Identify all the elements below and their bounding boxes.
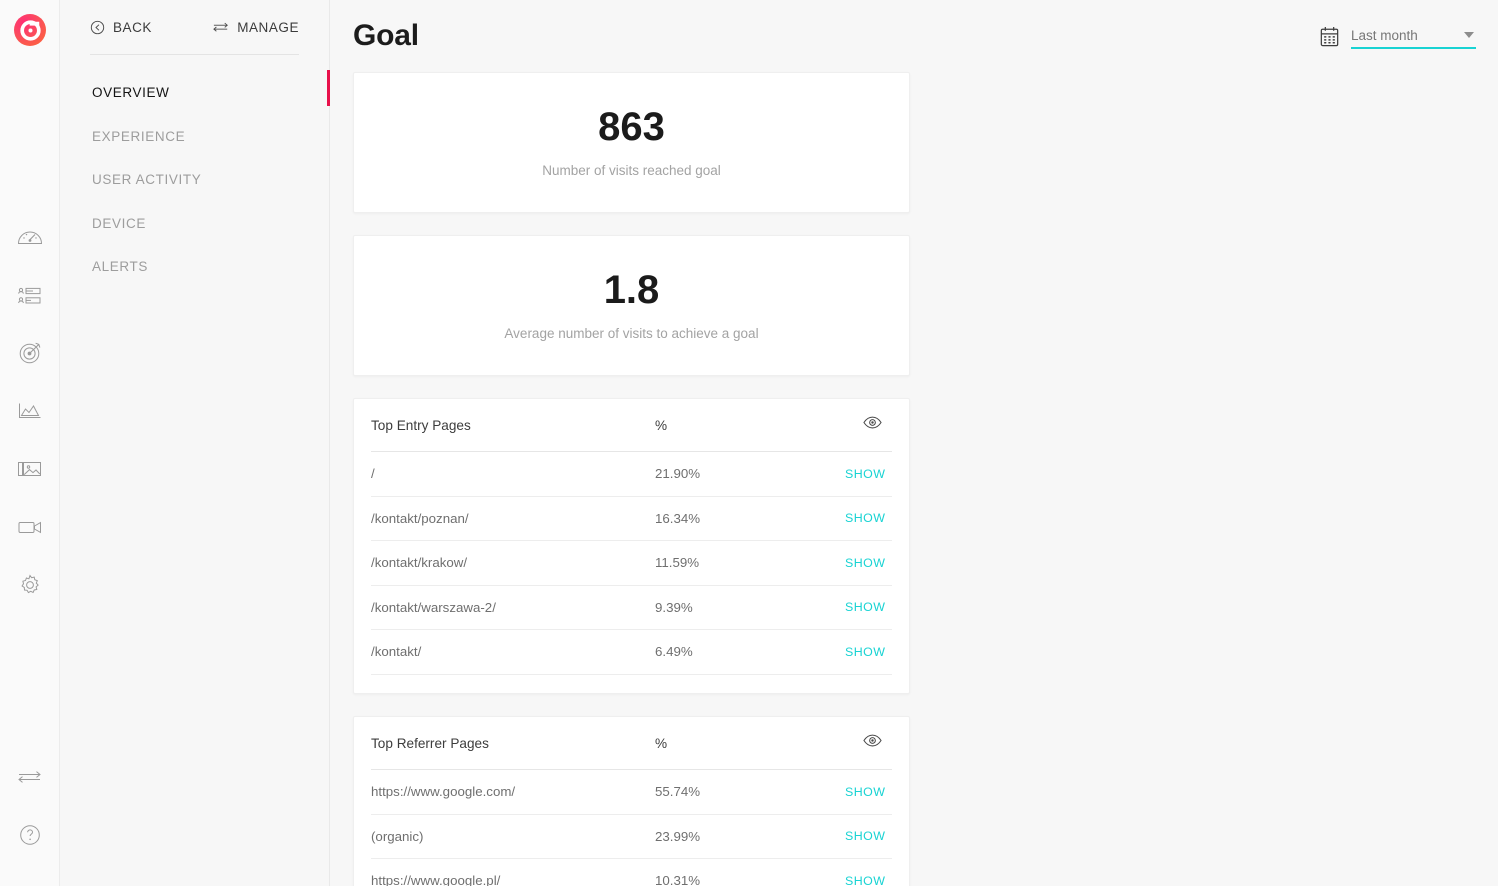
sidebar-item-label: ALERTS xyxy=(92,259,148,275)
icon-rail xyxy=(0,0,60,886)
column-header-name: Top Referrer Pages xyxy=(371,735,489,751)
page-title: Goal xyxy=(353,19,419,52)
table-row: /kontakt/krakow/ 11.59% SHOW xyxy=(371,541,892,586)
referrer-url: https://www.google.com/ xyxy=(371,784,516,800)
app-root: BACK MANAGE OVERVIEW EXPERIENCE USER ACT… xyxy=(0,0,1498,886)
eye-icon[interactable] xyxy=(863,734,882,752)
rail-icon-list xyxy=(0,208,60,614)
main-content: Goal Last month 863 Number of visits rea… xyxy=(330,0,1498,886)
referrer-url: (organic) xyxy=(371,828,424,844)
show-button[interactable]: SHOW xyxy=(845,645,885,659)
table-row: https://www.google.com/ 55.74% SHOW xyxy=(371,770,892,815)
manage-swap-icon xyxy=(213,22,229,32)
rail-bottom-icons xyxy=(0,748,60,864)
entry-page-path: /kontakt/poznan/ xyxy=(371,510,469,526)
show-button[interactable]: SHOW xyxy=(845,829,885,843)
column-header-percent: % xyxy=(655,417,668,433)
referrer-percent: 23.99% xyxy=(655,828,701,844)
entry-page-percent: 16.34% xyxy=(655,510,701,526)
section-sidebar: BACK MANAGE OVERVIEW EXPERIENCE USER ACT… xyxy=(60,0,330,886)
show-button[interactable]: SHOW xyxy=(845,511,885,525)
area-chart-icon[interactable] xyxy=(0,382,60,440)
target-goal-icon[interactable] xyxy=(0,324,60,382)
table-row: https://www.google.pl/ 10.31% SHOW xyxy=(371,859,892,886)
manage-button[interactable]: MANAGE xyxy=(213,20,299,35)
table-row: / 21.90% SHOW xyxy=(371,452,892,497)
dashboard-grid: 863 Number of visits reached goal 1.8 Av… xyxy=(330,72,1498,886)
sidebar-item-label: EXPERIENCE xyxy=(92,128,186,144)
eye-icon[interactable] xyxy=(863,416,882,434)
image-gallery-icon[interactable] xyxy=(0,440,60,498)
entry-page-path: /kontakt/warszawa-2/ xyxy=(371,599,496,615)
sidebar-item-device[interactable]: DEVICE xyxy=(60,202,329,246)
sidebar-item-label: USER ACTIVITY xyxy=(92,172,202,188)
kpi-card-visits-reached-goal: 863 Number of visits reached goal xyxy=(353,72,910,213)
kpi-value: 1.8 xyxy=(603,268,660,312)
top-entry-pages-card: Top Entry Pages % / 21.90% SHOW /kontakt… xyxy=(353,398,910,694)
sidebar-item-overview[interactable]: OVERVIEW xyxy=(60,71,329,115)
referrer-percent: 55.74% xyxy=(655,784,701,800)
entry-page-path: /kontakt/ xyxy=(371,644,422,660)
table-row: /kontakt/ 6.49% SHOW xyxy=(371,630,892,675)
dashboard-gauge-icon[interactable] xyxy=(0,208,60,266)
help-question-icon[interactable] xyxy=(0,806,60,864)
table-header-row: Top Entry Pages % xyxy=(371,399,892,452)
show-button[interactable]: SHOW xyxy=(845,467,885,481)
date-range-control: Last month xyxy=(1320,23,1476,49)
chevron-down-icon xyxy=(1464,32,1474,38)
column-header-percent: % xyxy=(655,735,668,751)
show-button[interactable]: SHOW xyxy=(845,556,885,570)
show-button[interactable]: SHOW xyxy=(845,600,885,614)
calendar-icon xyxy=(1320,26,1339,46)
entry-page-percent: 9.39% xyxy=(655,599,693,615)
back-circle-arrow-icon xyxy=(90,20,105,34)
kpi-label: Number of visits reached goal xyxy=(542,163,721,178)
show-button[interactable]: SHOW xyxy=(845,874,885,886)
entry-page-percent: 11.59% xyxy=(655,555,700,571)
entry-page-percent: 6.49% xyxy=(655,644,693,660)
video-recording-icon[interactable] xyxy=(0,498,60,556)
table-row: /kontakt/poznan/ 16.34% SHOW xyxy=(371,497,892,541)
conversion-logo[interactable] xyxy=(14,14,46,46)
switch-project-icon[interactable] xyxy=(0,748,60,806)
manage-button-label: MANAGE xyxy=(237,19,299,35)
entry-page-percent: 21.90% xyxy=(655,466,701,482)
sidebar-item-label: DEVICE xyxy=(92,215,146,231)
kpi-label: Average number of visits to achieve a go… xyxy=(504,326,759,341)
user-list-icon[interactable] xyxy=(0,266,60,324)
kpi-card-average-visits: 1.8 Average number of visits to achieve … xyxy=(353,235,910,376)
entry-page-path: /kontakt/krakow/ xyxy=(371,555,468,571)
sidebar-nav-list: OVERVIEW EXPERIENCE USER ACTIVITY DEVICE… xyxy=(60,71,329,289)
sidebar-top-actions: BACK MANAGE xyxy=(90,0,299,55)
back-button[interactable]: BACK xyxy=(90,20,152,35)
column-header-name: Top Entry Pages xyxy=(371,417,471,433)
sidebar-item-experience[interactable]: EXPERIENCE xyxy=(60,115,329,159)
table-row: (organic) 23.99% SHOW xyxy=(371,815,892,859)
sidebar-item-label: OVERVIEW xyxy=(92,85,170,101)
show-button[interactable]: SHOW xyxy=(845,785,885,799)
back-button-label: BACK xyxy=(113,19,152,35)
page-header: Goal Last month xyxy=(330,0,1498,72)
date-range-value: Last month xyxy=(1351,27,1418,43)
referrer-percent: 10.31% xyxy=(655,873,701,886)
entry-page-path: / xyxy=(371,466,375,482)
sidebar-item-alerts[interactable]: ALERTS xyxy=(60,245,329,289)
referrer-url: https://www.google.pl/ xyxy=(371,873,501,886)
date-range-select[interactable]: Last month xyxy=(1351,23,1476,49)
table-row: /kontakt/warszawa-2/ 9.39% SHOW xyxy=(371,586,892,630)
top-referrer-pages-card: Top Referrer Pages % https://www.google.… xyxy=(353,716,910,886)
sidebar-item-user-activity[interactable]: USER ACTIVITY xyxy=(60,158,329,202)
kpi-value: 863 xyxy=(598,105,665,149)
settings-gear-icon[interactable] xyxy=(0,556,60,614)
table-header-row: Top Referrer Pages % xyxy=(371,717,892,770)
